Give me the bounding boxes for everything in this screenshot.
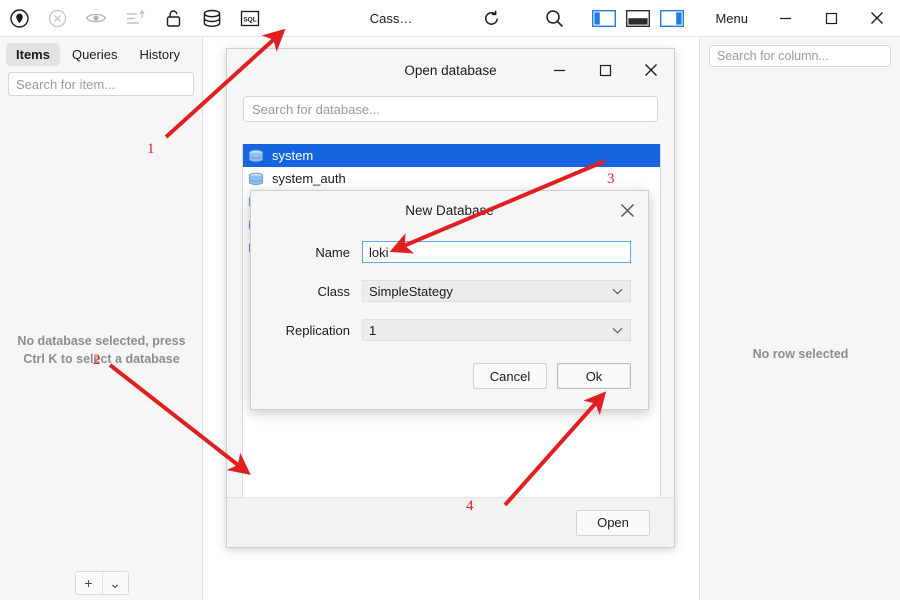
left-panel-footer: + ⌄ bbox=[0, 566, 203, 600]
left-add-group: + ⌄ bbox=[74, 571, 129, 595]
new-database-close-button[interactable] bbox=[606, 191, 648, 229]
app-logo-icon[interactable] bbox=[0, 0, 39, 36]
app-titlebar: SQL Cass… Menu bbox=[0, 0, 900, 37]
annotation-number-3: 3 bbox=[607, 171, 615, 187]
right-panel: Search for column... No row selected bbox=[699, 37, 900, 600]
app-title: Cass… bbox=[369, 10, 413, 26]
empty-line-1: No database selected, press bbox=[17, 334, 186, 348]
titlebar-right-group: Menu bbox=[573, 0, 900, 36]
annotation-number-1: 1 bbox=[147, 141, 155, 157]
form-row-replication: Replication 1 bbox=[251, 319, 648, 341]
open-database-close-button[interactable] bbox=[628, 49, 674, 91]
tab-history[interactable]: History bbox=[130, 43, 190, 66]
add-item-button[interactable]: + bbox=[75, 572, 102, 594]
left-panel: Items Queries History Search for item...… bbox=[0, 37, 203, 600]
menu-button[interactable]: Menu bbox=[689, 11, 762, 26]
form-row-class: Class SimpleStategy bbox=[251, 280, 648, 302]
empty-line-2: Ctrl K to select a database bbox=[23, 352, 180, 366]
tab-items[interactable]: Items bbox=[6, 43, 60, 66]
toggle-left-pane-icon[interactable] bbox=[587, 0, 621, 36]
left-panel-empty-message: No database selected, press Ctrl K to se… bbox=[0, 332, 203, 368]
cancel-button[interactable]: Cancel bbox=[473, 363, 547, 389]
name-input[interactable]: loki bbox=[362, 241, 631, 263]
window-minimize-button[interactable] bbox=[762, 0, 808, 36]
open-database-window-buttons bbox=[536, 49, 674, 91]
new-database-dialog: New Database Name loki Class SimpleState… bbox=[250, 190, 649, 410]
database-icon[interactable] bbox=[193, 0, 232, 36]
search-icon[interactable] bbox=[535, 0, 574, 36]
list-item-label: system bbox=[272, 148, 314, 163]
annotation-number-4: 4 bbox=[466, 498, 474, 514]
class-label: Class bbox=[317, 283, 350, 299]
database-icon bbox=[247, 149, 265, 163]
item-search-input[interactable]: Search for item... bbox=[8, 72, 194, 96]
ok-button[interactable]: Ok bbox=[557, 363, 631, 389]
new-database-buttons: Cancel Ok bbox=[473, 363, 631, 389]
chevron-down-icon bbox=[612, 284, 623, 299]
open-database-minimize-button[interactable] bbox=[536, 49, 582, 91]
open-database-maximize-button[interactable] bbox=[582, 49, 628, 91]
tab-queries[interactable]: Queries bbox=[62, 43, 128, 66]
svg-text:SQL: SQL bbox=[244, 16, 257, 23]
class-select[interactable]: SimpleStategy bbox=[362, 280, 631, 302]
list-item[interactable]: system bbox=[243, 144, 660, 167]
open-database-titlebar: Open database bbox=[227, 49, 674, 91]
annotation-number-2: 2 bbox=[93, 352, 101, 368]
toggle-bottom-pane-icon[interactable] bbox=[621, 0, 655, 36]
name-label: Name bbox=[315, 244, 350, 260]
list-item[interactable]: system_auth bbox=[243, 167, 660, 190]
replication-select-value: 1 bbox=[369, 322, 377, 338]
chevron-down-icon bbox=[612, 323, 623, 338]
form-row-name: Name loki bbox=[251, 241, 648, 263]
new-database-title: New Database bbox=[405, 202, 494, 218]
open-database-footer: Open bbox=[227, 497, 674, 547]
new-database-titlebar: New Database bbox=[251, 191, 648, 229]
replication-select[interactable]: 1 bbox=[362, 319, 631, 341]
unlock-icon[interactable] bbox=[154, 0, 193, 36]
replication-label: Replication bbox=[285, 322, 350, 338]
sort-ascending-icon[interactable] bbox=[116, 0, 155, 36]
open-button[interactable]: Open bbox=[576, 509, 650, 536]
toggle-right-pane-icon[interactable] bbox=[655, 0, 689, 36]
database-icon bbox=[247, 172, 265, 186]
column-search-input[interactable]: Search for column... bbox=[709, 45, 891, 67]
sql-icon[interactable]: SQL bbox=[231, 0, 270, 36]
left-panel-tabs: Items Queries History bbox=[0, 37, 202, 68]
right-panel-empty-message: No row selected bbox=[752, 347, 849, 361]
list-item-label: system_auth bbox=[272, 171, 346, 186]
refresh-icon[interactable] bbox=[472, 0, 511, 36]
class-select-value: SimpleStategy bbox=[369, 283, 453, 299]
chevron-down-icon[interactable]: ⌄ bbox=[101, 572, 128, 594]
window-maximize-button[interactable] bbox=[808, 0, 854, 36]
window-close-button[interactable] bbox=[854, 0, 900, 36]
eye-icon[interactable] bbox=[77, 0, 116, 36]
database-search-input[interactable]: Search for database... bbox=[243, 96, 658, 122]
disconnect-icon[interactable] bbox=[39, 0, 78, 36]
